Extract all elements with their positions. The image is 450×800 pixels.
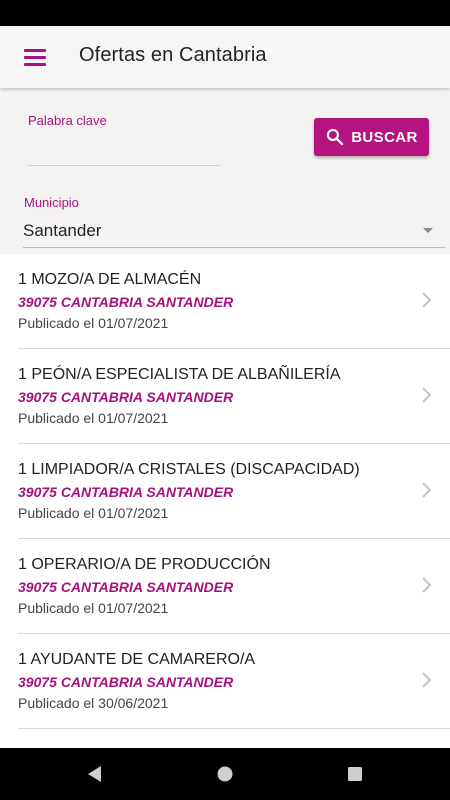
search-icon	[327, 128, 344, 146]
divider	[18, 728, 450, 729]
municipality-select[interactable]: Santander	[23, 214, 445, 248]
offer-date: Publicado el 01/07/2021	[18, 600, 169, 616]
offer-item[interactable]: 1 MOZO/A DE ALMACÉN 39075 CANTABRIA SANT…	[0, 254, 450, 349]
page-title: Ofertas en Cantabria	[79, 44, 267, 66]
chevron-right-icon	[422, 672, 432, 688]
hamburger-menu-icon[interactable]	[14, 43, 56, 71]
keyword-input[interactable]	[28, 132, 220, 166]
offer-location: 39075 CANTABRIA SANTANDER	[18, 389, 234, 405]
search-button-label: BUSCAR	[351, 128, 418, 146]
offer-item[interactable]: 1 PEÓN/A ESPECIALISTA DE ALBAÑILERÍA 390…	[0, 349, 450, 444]
municipality-value: Santander	[23, 221, 102, 240]
offer-title: 1 AYUDANTE DE CAMARERO/A	[18, 651, 256, 668]
status-bar	[0, 0, 450, 26]
offer-item[interactable]: 1 LIMPIADOR/A CRISTALES (DISCAPACIDAD) 3…	[0, 444, 450, 539]
offer-list: 1 MOZO/A DE ALMACÉN 39075 CANTABRIA SANT…	[0, 254, 450, 729]
offer-location: 39075 CANTABRIA SANTANDER	[18, 674, 234, 690]
offer-date: Publicado el 30/06/2021	[18, 695, 169, 711]
home-circle-icon[interactable]	[213, 762, 237, 786]
chevron-right-icon	[422, 482, 432, 498]
offer-location: 39075 CANTABRIA SANTANDER	[18, 579, 234, 595]
offer-title: 1 MOZO/A DE ALMACÉN	[18, 271, 202, 288]
offer-title: 1 OPERARIO/A DE PRODUCCIÓN	[18, 556, 271, 573]
chevron-right-icon	[422, 577, 432, 593]
chevron-right-icon	[422, 387, 432, 403]
offer-title: 1 LIMPIADOR/A CRISTALES (DISCAPACIDAD)	[18, 461, 360, 478]
dropdown-arrow-icon	[423, 228, 433, 233]
chevron-right-icon	[422, 292, 432, 308]
offer-item[interactable]: 1 AYUDANTE DE CAMARERO/A 39075 CANTABRIA…	[0, 634, 450, 729]
system-nav-bar	[0, 748, 450, 800]
back-triangle-icon[interactable]	[83, 762, 107, 786]
offer-location: 39075 CANTABRIA SANTANDER	[18, 484, 234, 500]
recents-square-icon[interactable]	[343, 762, 367, 786]
offer-date: Publicado el 01/07/2021	[18, 410, 169, 426]
keyword-label: Palabra clave	[28, 113, 107, 128]
offer-item[interactable]: 1 OPERARIO/A DE PRODUCCIÓN 39075 CANTABR…	[0, 539, 450, 634]
offer-date: Publicado el 01/07/2021	[18, 315, 169, 331]
offer-date: Publicado el 01/07/2021	[18, 505, 169, 521]
offer-title: 1 PEÓN/A ESPECIALISTA DE ALBAÑILERÍA	[18, 366, 341, 383]
municipality-label: Municipio	[24, 195, 79, 210]
offer-location: 39075 CANTABRIA SANTANDER	[18, 294, 234, 310]
app-bar: Ofertas en Cantabria	[0, 26, 450, 88]
search-panel: Palabra clave BUSCAR Municipio Santander	[0, 88, 450, 254]
search-button[interactable]: BUSCAR	[314, 118, 429, 156]
